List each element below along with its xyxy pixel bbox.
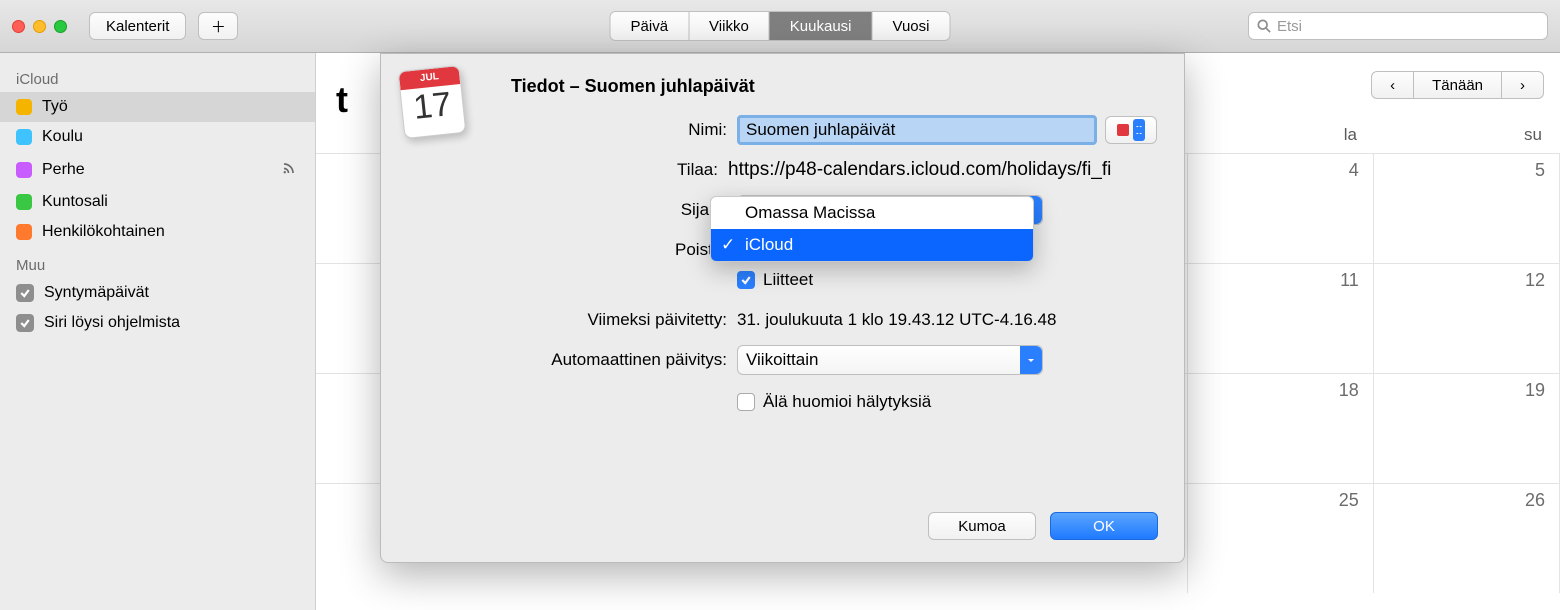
shared-icon xyxy=(281,158,299,181)
add-button[interactable]: ＋ xyxy=(198,12,238,40)
checkbox-ignore-alerts[interactable] xyxy=(737,393,755,411)
calendar-color-icon xyxy=(16,129,32,145)
color-swatch-icon xyxy=(1117,124,1129,136)
sidebar-item-birthdays[interactable]: Syntymäpäivät xyxy=(0,278,315,308)
calendar-color-icon xyxy=(16,194,32,210)
view-month[interactable]: Kuukausi xyxy=(770,12,873,40)
search-placeholder: Etsi xyxy=(1277,18,1302,35)
next-button[interactable]: › xyxy=(1502,71,1544,99)
sidebar-item-label: Koulu xyxy=(42,128,83,146)
calendars-button[interactable]: Kalenterit xyxy=(89,12,186,40)
close-icon[interactable] xyxy=(12,20,25,33)
subscribe-url: https://p48-calendars.icloud.com/holiday… xyxy=(728,159,1158,181)
checkbox-attachments[interactable] xyxy=(737,271,755,289)
info-dialog: JUL 17 Tiedot – Suomen juhlapäivät Nimi:… xyxy=(380,53,1185,563)
minimize-icon[interactable] xyxy=(33,20,46,33)
checkbox-icon xyxy=(16,284,34,302)
chevron-right-icon: › xyxy=(1520,77,1525,94)
label-location: Sijaint xyxy=(407,200,737,220)
dropdown-option-icloud[interactable]: iCloud xyxy=(711,229,1033,261)
search-input[interactable]: Etsi xyxy=(1248,12,1548,40)
sidebar-item-gym[interactable]: Kuntosali xyxy=(0,187,315,217)
dropdown-option-local[interactable]: Omassa Macissa xyxy=(711,197,1033,229)
sidebar-item-label: Perhe xyxy=(42,161,85,179)
window-controls xyxy=(12,20,67,33)
today-button[interactable]: Tänään xyxy=(1413,71,1502,99)
day-headers: la su xyxy=(1190,125,1560,145)
label-remove: Poista: xyxy=(407,240,737,260)
checkbox-attachments-label: Liitteet xyxy=(763,270,813,290)
dropdown-caret-icon xyxy=(1020,346,1042,374)
view-day[interactable]: Päivä xyxy=(611,12,690,40)
sidebar-group-other: Muu xyxy=(0,247,315,278)
cancel-button[interactable]: Kumoa xyxy=(928,512,1036,540)
day-number: 4 xyxy=(1349,160,1359,181)
dialog-title: Tiedot – Suomen juhlapäivät xyxy=(511,76,1158,97)
calendar-color-icon xyxy=(16,162,32,178)
day-header: su xyxy=(1375,125,1560,145)
sidebar-item-siri[interactable]: Siri löysi ohjelmista xyxy=(0,308,315,338)
name-input[interactable] xyxy=(737,115,1097,145)
chevron-left-icon: ‹ xyxy=(1390,77,1395,94)
location-dropdown: Omassa Macissa iCloud xyxy=(710,196,1034,262)
search-icon xyxy=(1257,19,1271,33)
sidebar-item-label: Kuntosali xyxy=(42,193,108,211)
view-year[interactable]: Vuosi xyxy=(873,12,950,40)
prev-button[interactable]: ‹ xyxy=(1371,71,1413,99)
sidebar-item-work[interactable]: Työ xyxy=(0,92,315,122)
calendar-color-icon xyxy=(16,99,32,115)
checkbox-ignore-alerts-label: Älä huomioi hälytyksiä xyxy=(763,392,931,412)
day-number: 19 xyxy=(1525,380,1545,401)
auto-update-value: Viikoittain xyxy=(746,350,818,370)
label-auto-update: Automaattinen päivitys: xyxy=(407,350,737,370)
sidebar-item-school[interactable]: Koulu xyxy=(0,122,315,152)
day-number: 5 xyxy=(1535,160,1545,181)
auto-update-select[interactable]: Viikoittain xyxy=(737,345,1043,375)
ok-button[interactable]: OK xyxy=(1050,512,1158,540)
icon-day: 17 xyxy=(401,84,465,129)
calendar-app-icon: JUL 17 xyxy=(401,68,477,144)
checkbox-icon xyxy=(16,314,34,332)
day-number: 25 xyxy=(1339,490,1359,511)
sidebar-item-label: Syntymäpäivät xyxy=(44,284,149,302)
day-number: 12 xyxy=(1525,270,1545,291)
month-nav: ‹ Tänään › xyxy=(1371,71,1544,99)
sidebar-item-label: Työ xyxy=(42,98,68,116)
sidebar-item-label: Henkilökohtainen xyxy=(42,223,165,241)
calendar-color-icon xyxy=(16,224,32,240)
titlebar: Kalenterit ＋ Päivä Viikko Kuukausi Vuosi… xyxy=(0,0,1560,53)
sidebar-group-icloud: iCloud xyxy=(0,61,315,92)
sidebar-item-family[interactable]: Perhe xyxy=(0,152,315,187)
plus-icon: ＋ xyxy=(211,16,226,37)
last-updated-value: 31. joulukuuta 1 klo 19.43.12 UTC-4.16.4… xyxy=(737,310,1056,330)
day-header: la xyxy=(1190,125,1375,145)
sidebar-item-personal[interactable]: Henkilökohtainen xyxy=(0,217,315,247)
color-select[interactable] xyxy=(1105,116,1157,144)
day-number: 11 xyxy=(1340,270,1359,291)
maximize-icon[interactable] xyxy=(54,20,67,33)
page-title: t xyxy=(336,79,347,121)
label-subscribe: Tilaa: xyxy=(407,160,728,180)
label-last-updated: Viimeksi päivitetty: xyxy=(407,310,737,330)
day-number: 26 xyxy=(1525,490,1545,511)
dropdown-caret-icon xyxy=(1133,119,1145,141)
day-number: 18 xyxy=(1339,380,1359,401)
view-switcher: Päivä Viikko Kuukausi Vuosi xyxy=(610,11,951,41)
sidebar-item-label: Siri löysi ohjelmista xyxy=(44,314,180,332)
view-week[interactable]: Viikko xyxy=(689,12,770,40)
sidebar: iCloud Työ Koulu Perhe Kuntosali Henkilö… xyxy=(0,53,316,610)
